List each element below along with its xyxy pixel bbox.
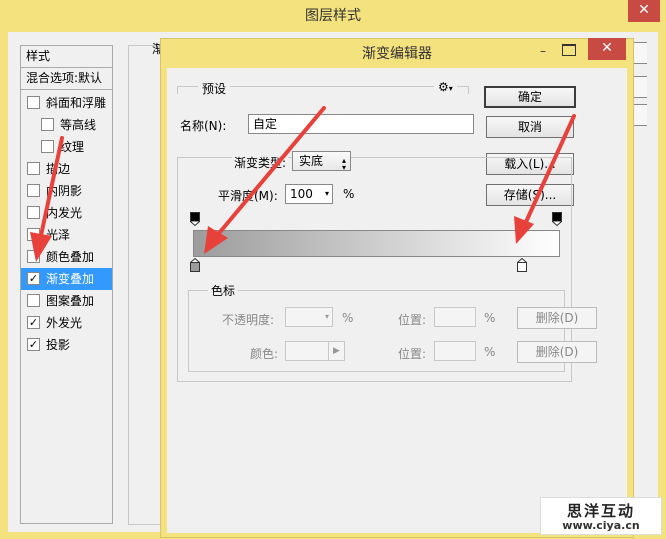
maximize-icon[interactable] [562,44,576,56]
outer-glow-checkbox[interactable]: ✓ [27,316,40,329]
style-item-label: 颜色叠加 [46,250,95,264]
style-item-inner-glow[interactable]: 内发光 [21,202,112,224]
style-item-texture[interactable]: 纹理 [21,136,112,158]
blend-options-item[interactable]: 混合选项:默认 [21,68,112,90]
gradient-type-select[interactable]: 实底 ▴ ▾ [292,151,351,172]
opacity-stop-right[interactable] [552,212,562,227]
style-item-label: 投影 [46,338,71,352]
style-item-label: 斜面和浮雕 [46,96,107,110]
color-stop-right[interactable] [516,257,528,272]
style-item-label: 内阴影 [46,184,83,198]
watermark-line2: www.ciya.cn [562,519,640,532]
smoothness-unit: % [343,187,355,201]
style-item-contour[interactable]: 等高线 [21,114,112,136]
dropdown-arrow-icon[interactable]: ▾ [325,185,329,203]
style-item-label: 纹理 [60,140,85,154]
smoothness-value: 100 [290,187,313,201]
style-item-label: 图案叠加 [46,294,95,308]
texture-checkbox[interactable] [41,140,54,153]
smoothness-input[interactable]: 100 ▾ [285,184,333,204]
play-arrow-icon[interactable]: ▶ [328,342,344,360]
gradient-overlay-checkbox[interactable]: ✓ [27,272,40,285]
inner-shadow-checkbox[interactable] [27,184,40,197]
opacity-location-label: 位置: [398,313,427,327]
style-item-label: 渐变叠加 [46,272,95,286]
gradient-type-label: 渐变类型: [232,154,289,171]
style-list-header: 样式 [21,46,112,68]
opacity-label: 不透明度: [222,313,275,327]
style-item-label: 等高线 [60,118,97,132]
color-label: 颜色: [250,347,279,361]
watermark-line1: 思洋互动 [566,502,635,520]
contour-checkbox[interactable] [41,118,54,131]
style-item-pattern-overlay[interactable]: 图案叠加 [21,290,112,312]
opacity-unit: % [342,311,354,325]
satin-checkbox[interactable] [27,228,40,241]
style-item-outer-glow[interactable]: ✓ 外发光 [21,312,112,334]
style-item-inner-shadow[interactable]: 内阴影 [21,180,112,202]
gradient-type-value: 实底 [299,154,324,168]
opacity-input[interactable]: ▾ [285,307,333,327]
dropdown-arrow-icon[interactable]: ▾ [325,308,329,326]
updown-icon-down: ▾ [341,163,346,172]
color-stop-left[interactable] [189,257,201,272]
watermark-logo: 思洋互动 www.ciya.cn [540,497,662,535]
bevel-emboss-checkbox[interactable] [27,96,40,109]
style-item-color-overlay[interactable]: 颜色叠加 [21,246,112,268]
style-item-label: 内发光 [46,206,83,220]
color-delete-button[interactable]: 删除(D) [517,341,597,363]
color-location-unit: % [484,345,496,359]
ok-button[interactable]: 确定 [484,86,576,108]
color-swatch[interactable]: ▶ [285,341,345,361]
minimize-icon[interactable]: – [536,44,550,58]
style-item-drop-shadow[interactable]: ✓ 投影 [21,334,112,356]
cancel-button[interactable]: 取消 [486,116,574,138]
layer-style-title: 图层样式 [305,8,361,24]
color-location-label: 位置: [398,347,427,361]
style-item-label: 描边 [46,162,71,176]
opacity-location-input[interactable] [434,307,476,327]
style-item-label: 外发光 [46,316,83,330]
name-input[interactable]: 自定 [248,114,474,134]
pattern-overlay-checkbox[interactable] [27,294,40,307]
style-item-gradient-overlay[interactable]: ✓ 渐变叠加 [21,268,112,290]
name-label: 名称(N): [180,119,227,133]
style-item-satin[interactable]: 光泽 [21,224,112,246]
smoothness-label: 平滑度(M): [218,189,278,203]
color-overlay-checkbox[interactable] [27,250,40,263]
gradient-editor-close-button[interactable]: ✕ [588,38,626,60]
color-stops-group [188,290,565,372]
outer-cancel-button[interactable] [633,76,647,98]
presets-gear-icon[interactable]: ⚙▾ [434,80,457,94]
style-item-stroke[interactable]: 描边 [21,158,112,180]
inner-glow-checkbox[interactable] [27,206,40,219]
presets-label: 预设 [198,80,231,97]
style-item-bevel-emboss[interactable]: 斜面和浮雕 [21,92,112,114]
outer-new-style-button[interactable] [633,104,647,126]
color-location-input[interactable] [434,341,476,361]
drop-shadow-checkbox[interactable]: ✓ [27,338,40,351]
style-item-label: 光泽 [46,228,71,242]
style-list: 样式 混合选项:默认 斜面和浮雕 等高线 纹理 描边 内阴影 内发光 光泽 颜色… [20,45,113,524]
opacity-delete-button[interactable]: 删除(D) [517,307,597,329]
opacity-location-unit: % [484,311,496,325]
stroke-checkbox[interactable] [27,162,40,175]
opacity-stop-left[interactable] [190,212,200,227]
outer-ok-button[interactable] [633,42,647,64]
color-stops-label: 色标 [208,282,239,299]
gradient-preview-bar[interactable] [193,230,560,257]
layer-style-close-button[interactable]: ✕ [628,0,660,22]
